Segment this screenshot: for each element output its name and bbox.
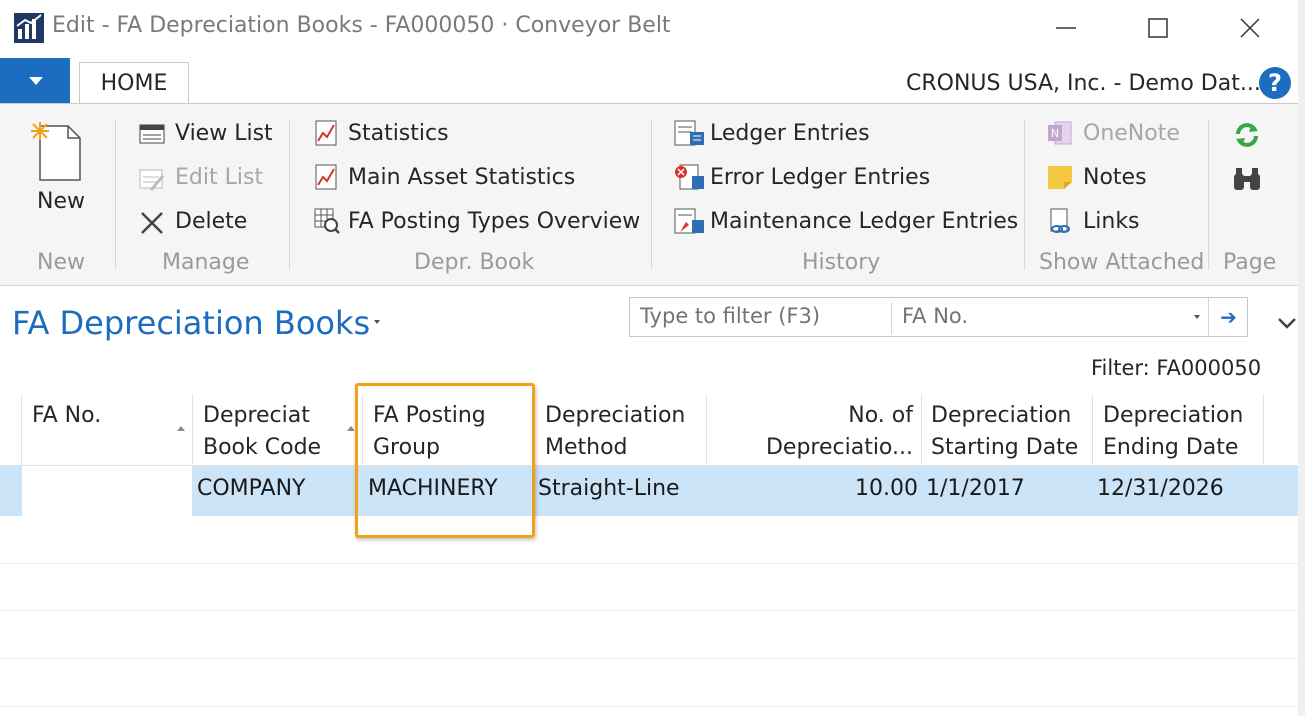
page-title[interactable]: FA Depreciation Books: [12, 304, 370, 342]
maintenance-ledger-entries-icon: [674, 208, 704, 234]
separator: [891, 302, 892, 334]
separator: [1024, 120, 1025, 270]
ledger-entries-button[interactable]: Ledger Entries: [710, 118, 870, 150]
filter-input[interactable]: Type to filter (F3): [640, 304, 820, 328]
apply-filter-arrow-icon[interactable]: ➔: [1208, 298, 1248, 336]
refresh-icon[interactable]: [1232, 120, 1262, 150]
cell-fa-no[interactable]: [22, 466, 192, 516]
filter-field-select[interactable]: FA No.: [902, 304, 968, 328]
group-label-history: History: [802, 250, 881, 275]
filter-status: Filter: FA000050: [1091, 356, 1262, 380]
separator: [115, 120, 116, 270]
chevron-down-icon[interactable]: [1194, 315, 1200, 319]
column-header-no-of-years[interactable]: No. of Depreciatio...: [715, 400, 913, 464]
separator: [651, 120, 652, 270]
notes-icon: [1048, 166, 1072, 189]
column-separator: [192, 394, 193, 466]
view-list-button[interactable]: View List: [175, 118, 273, 150]
row-divider: [0, 658, 1298, 659]
row-selector[interactable]: [0, 466, 22, 516]
links-icon: [1050, 208, 1070, 233]
column-header-fa-no[interactable]: FA No.: [32, 400, 182, 432]
edit-list-button[interactable]: Edit List: [175, 162, 263, 194]
maximize-icon[interactable]: [1138, 12, 1178, 44]
cell-no-of-years[interactable]: 10.00: [820, 474, 918, 504]
column-separator: [1092, 394, 1093, 466]
maintenance-ledger-entries-button[interactable]: Maintenance Ledger Entries: [710, 206, 1018, 238]
new-document-icon[interactable]: [28, 120, 82, 182]
group-label-manage: Manage: [162, 250, 250, 275]
statistics-icon: [315, 120, 337, 146]
company-name[interactable]: CRONUS USA, Inc. - Demo Dat...: [906, 71, 1261, 96]
app-icon: [14, 13, 44, 43]
posting-types-overview-icon: [314, 208, 340, 234]
title-bar: Edit - FA Depreciation Books - FA000050 …: [0, 0, 1298, 58]
error-ledger-entries-button[interactable]: Error Ledger Entries: [710, 162, 930, 194]
column-header-starting-date[interactable]: Depreciation Starting Date: [931, 400, 1086, 464]
column-header-book-code[interactable]: Depreciat Book Code: [203, 400, 338, 464]
posting-group-highlight: [355, 383, 535, 538]
sort-ascending-icon: [177, 426, 185, 431]
row-divider: [0, 610, 1298, 611]
help-icon[interactable]: ?: [1259, 67, 1291, 99]
group-label-depr-book: Depr. Book: [414, 250, 535, 275]
app-menu-button[interactable]: [0, 58, 70, 104]
close-icon[interactable]: [1230, 12, 1270, 44]
cell-book-code[interactable]: COMPANY: [197, 474, 305, 504]
main-asset-statistics-icon: [315, 164, 337, 190]
column-header-depreciation-method[interactable]: Depreciation Method: [545, 400, 695, 464]
delete-icon: [141, 212, 163, 234]
separator: [289, 120, 290, 270]
onenote-icon: N: [1048, 121, 1072, 145]
column-separator: [1263, 394, 1264, 466]
grid-header: FA No. Depreciat Book Code FA Posting Gr…: [0, 394, 1298, 466]
minimize-icon[interactable]: [1046, 12, 1086, 44]
sort-ascending-icon: [347, 426, 355, 431]
column-header-ending-date[interactable]: Depreciation Ending Date: [1103, 400, 1258, 464]
column-separator: [706, 394, 707, 466]
column-separator: [21, 394, 22, 466]
row-divider: [0, 706, 1298, 707]
window-edge: [1298, 0, 1305, 716]
ledger-entries-icon: [674, 120, 704, 146]
dropdown-arrow-icon: [29, 77, 43, 85]
cell-starting-date[interactable]: 1/1/2017: [926, 474, 1025, 504]
group-label-page: Page: [1223, 250, 1277, 275]
separator: [1208, 120, 1209, 270]
links-button[interactable]: Links: [1083, 206, 1140, 238]
view-list-icon: [139, 124, 165, 144]
new-button[interactable]: New: [37, 186, 85, 218]
page-menu-caret-icon[interactable]: [374, 320, 380, 324]
window-title: Edit - FA Depreciation Books - FA000050 …: [52, 13, 671, 38]
notes-button[interactable]: Notes: [1083, 162, 1147, 194]
edit-list-icon: [139, 169, 165, 191]
statistics-button[interactable]: Statistics: [348, 118, 449, 150]
ribbon-tab-row: HOME CRONUS USA, Inc. - Demo Dat... ?: [0, 58, 1298, 104]
onenote-button[interactable]: OneNote: [1083, 118, 1180, 150]
filter-box: Type to filter (F3) FA No. ➔: [629, 297, 1248, 337]
cell-depreciation-method[interactable]: Straight-Line: [538, 474, 680, 504]
find-binoculars-icon[interactable]: [1232, 166, 1262, 192]
tab-home[interactable]: HOME: [79, 62, 189, 104]
posting-types-overview-button[interactable]: FA Posting Types Overview: [348, 206, 640, 238]
group-label-new: New: [37, 250, 85, 275]
svg-text:N: N: [1051, 127, 1059, 140]
cell-ending-date[interactable]: 12/31/2026: [1097, 474, 1224, 504]
error-ledger-entries-icon: [675, 164, 704, 190]
group-label-show-attached: Show Attached: [1039, 250, 1205, 275]
row-divider: [0, 563, 1298, 564]
collapse-chevron-icon[interactable]: [1276, 316, 1298, 330]
ribbon: New New View List Edit List Delete Manag…: [0, 103, 1298, 286]
delete-button[interactable]: Delete: [175, 206, 247, 238]
main-asset-statistics-button[interactable]: Main Asset Statistics: [348, 162, 575, 194]
column-separator: [921, 394, 922, 466]
